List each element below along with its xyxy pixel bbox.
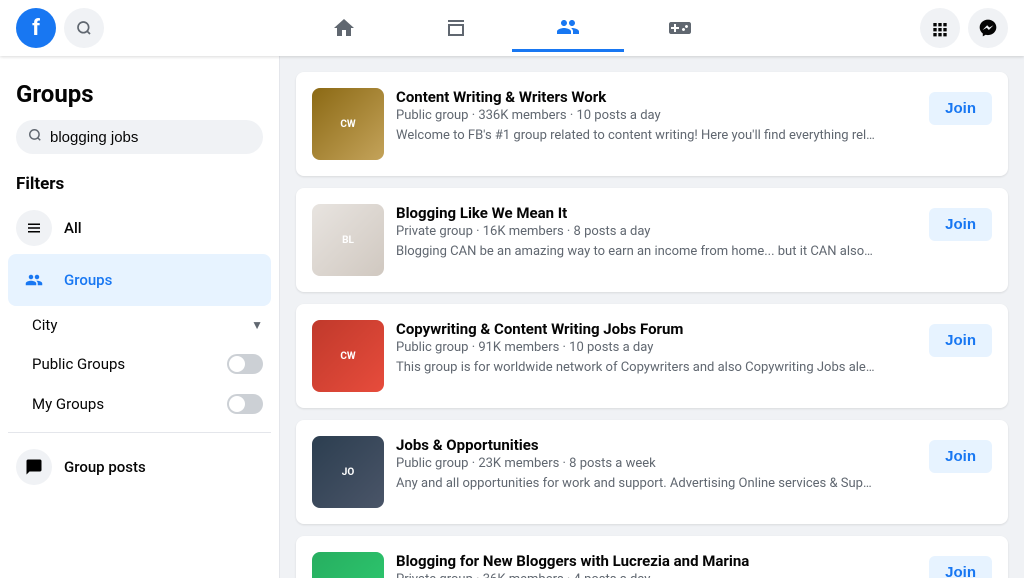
- group-card: BNB Blogging for New Bloggers with Lucre…: [296, 536, 1008, 578]
- nav-center: [104, 4, 920, 52]
- sidebar: Groups Filters All Groups City: [0, 56, 280, 578]
- nav-marketplace[interactable]: [400, 4, 512, 52]
- group-thumbnail: CW: [312, 88, 384, 160]
- group-meta: Public group · 23K members · 8 posts a w…: [396, 456, 917, 471]
- group-name: Blogging for New Bloggers with Lucrezia …: [396, 552, 917, 570]
- my-groups-label: My Groups: [32, 395, 104, 413]
- join-button[interactable]: Join: [929, 440, 992, 473]
- nav-home[interactable]: [288, 4, 400, 52]
- group-meta: Public group · 91K members · 10 posts a …: [396, 340, 917, 355]
- group-info: Copywriting & Content Writing Jobs Forum…: [396, 320, 917, 377]
- group-name: Copywriting & Content Writing Jobs Forum: [396, 320, 917, 338]
- groups-icon: [16, 262, 52, 298]
- facebook-logo[interactable]: f: [16, 8, 56, 48]
- group-description: Welcome to FB's #1 group related to cont…: [396, 127, 876, 145]
- nav-left: f: [16, 8, 104, 48]
- search-box[interactable]: [16, 120, 263, 154]
- search-button[interactable]: [64, 8, 104, 48]
- filter-all-label: All: [64, 219, 82, 237]
- filters-label: Filters: [8, 170, 271, 202]
- filter-all[interactable]: All: [8, 202, 271, 254]
- group-info: Jobs & Opportunities Public group · 23K …: [396, 436, 917, 493]
- group-description: Blogging CAN be an amazing way to earn a…: [396, 243, 876, 261]
- group-name: Blogging Like We Mean It: [396, 204, 917, 222]
- filter-groups-label: Groups: [64, 271, 112, 289]
- sidebar-title: Groups: [8, 72, 271, 120]
- messenger-button[interactable]: [968, 8, 1008, 48]
- thumb-label: JO: [338, 463, 358, 482]
- sub-filters: City ▼ Public Groups My Groups: [24, 306, 271, 424]
- group-posts-item[interactable]: Group posts: [8, 441, 271, 493]
- nav-right: [920, 8, 1008, 48]
- groups-content: CW Content Writing & Writers Work Public…: [280, 56, 1024, 578]
- thumb-label: CW: [336, 115, 359, 134]
- search-input[interactable]: [50, 129, 251, 146]
- group-name: Content Writing & Writers Work: [396, 88, 917, 106]
- nav-gaming[interactable]: [624, 4, 736, 52]
- my-groups-toggle[interactable]: [227, 394, 263, 414]
- all-icon: [16, 210, 52, 246]
- group-description: Any and all opportunities for work and s…: [396, 475, 876, 493]
- join-button[interactable]: Join: [929, 208, 992, 241]
- group-info: Blogging for New Bloggers with Lucrezia …: [396, 552, 917, 578]
- join-button[interactable]: Join: [929, 324, 992, 357]
- group-info: Content Writing & Writers Work Public gr…: [396, 88, 917, 145]
- group-card: CW Content Writing & Writers Work Public…: [296, 72, 1008, 176]
- group-meta: Private group · 36K members · 4 posts a …: [396, 572, 917, 578]
- group-thumbnail: JO: [312, 436, 384, 508]
- join-button[interactable]: Join: [929, 92, 992, 125]
- chevron-down-icon: ▼: [251, 318, 263, 332]
- apps-button[interactable]: [920, 8, 960, 48]
- join-button[interactable]: Join: [929, 556, 992, 578]
- group-name: Jobs & Opportunities: [396, 436, 917, 454]
- group-posts-icon: [16, 449, 52, 485]
- group-meta: Private group · 16K members · 8 posts a …: [396, 224, 917, 239]
- search-icon: [28, 128, 42, 146]
- public-groups-filter[interactable]: Public Groups: [24, 344, 271, 384]
- public-groups-label: Public Groups: [32, 355, 125, 373]
- thumb-label: CW: [336, 347, 359, 366]
- divider: [8, 432, 271, 433]
- group-description: This group is for worldwide network of C…: [396, 359, 876, 377]
- group-info: Blogging Like We Mean It Private group ·…: [396, 204, 917, 261]
- group-thumbnail: CW: [312, 320, 384, 392]
- group-thumbnail: BL: [312, 204, 384, 276]
- group-card: BL Blogging Like We Mean It Private grou…: [296, 188, 1008, 292]
- public-groups-toggle[interactable]: [227, 354, 263, 374]
- group-thumbnail: BNB: [312, 552, 384, 578]
- top-nav: f: [0, 0, 1024, 56]
- nav-groups[interactable]: [512, 4, 624, 52]
- group-meta: Public group · 336K members · 10 posts a…: [396, 108, 917, 123]
- group-card: CW Copywriting & Content Writing Jobs Fo…: [296, 304, 1008, 408]
- thumb-label: BL: [338, 231, 358, 250]
- city-label: City: [32, 316, 57, 334]
- group-posts-label: Group posts: [64, 458, 146, 476]
- my-groups-filter[interactable]: My Groups: [24, 384, 271, 424]
- main-layout: Groups Filters All Groups City: [0, 56, 1024, 578]
- city-filter[interactable]: City ▼: [24, 306, 271, 344]
- filter-groups[interactable]: Groups: [8, 254, 271, 306]
- group-card: JO Jobs & Opportunities Public group · 2…: [296, 420, 1008, 524]
